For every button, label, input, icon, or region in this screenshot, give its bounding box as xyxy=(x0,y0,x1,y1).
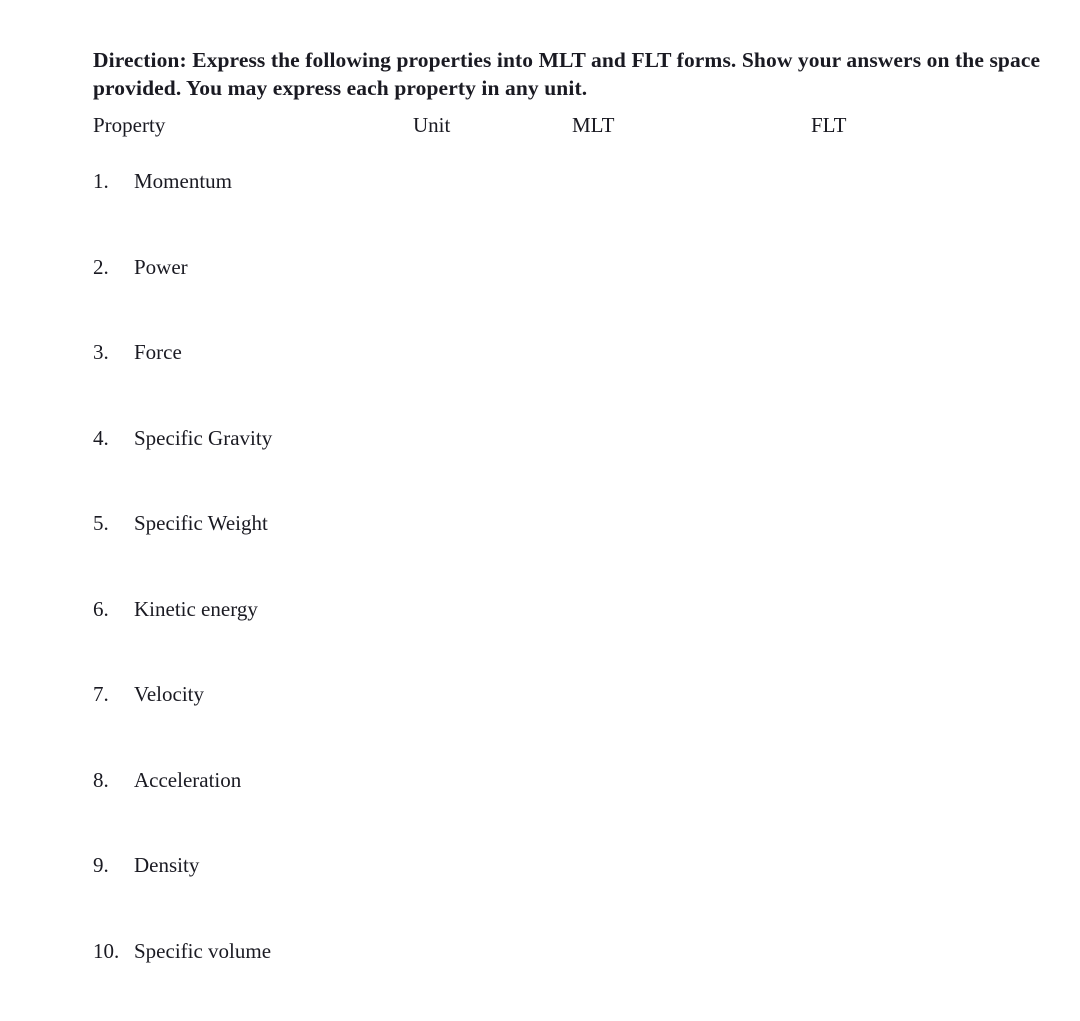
answer-slot-mlt[interactable] xyxy=(572,594,800,624)
answer-slot-flt[interactable] xyxy=(811,508,1031,538)
row-number: 1. xyxy=(93,166,131,196)
answer-slot-flt[interactable] xyxy=(811,765,1031,795)
row-number: 5. xyxy=(93,508,131,538)
row-number: 2. xyxy=(93,252,131,282)
row-number: 3. xyxy=(93,337,131,367)
table-row: 2.Power xyxy=(0,252,1080,338)
answer-slot-mlt[interactable] xyxy=(572,679,800,709)
table-row: 9.Density xyxy=(0,850,1080,936)
answer-slot-flt[interactable] xyxy=(811,594,1031,624)
row-number: 4. xyxy=(93,423,131,453)
answer-slot-unit[interactable] xyxy=(413,423,563,453)
table-row: 10.Specific volume xyxy=(0,936,1080,1021)
row-number: 7. xyxy=(93,679,131,709)
property-label: Specific Gravity xyxy=(134,423,272,453)
answer-slot-unit[interactable] xyxy=(413,508,563,538)
worksheet-page: Direction: Express the following propert… xyxy=(0,0,1080,1006)
answer-slot-unit[interactable] xyxy=(413,765,563,795)
table-row: 8.Acceleration xyxy=(0,765,1080,851)
table-row: 5.Specific Weight xyxy=(0,508,1080,594)
answer-slot-mlt[interactable] xyxy=(572,166,800,196)
answer-slot-mlt[interactable] xyxy=(572,252,800,282)
table-row: 7.Velocity xyxy=(0,679,1080,765)
property-label: Momentum xyxy=(134,166,232,196)
table-row: 3.Force xyxy=(0,337,1080,423)
answer-slot-flt[interactable] xyxy=(811,252,1031,282)
table-row: 6.Kinetic energy xyxy=(0,594,1080,680)
property-label: Power xyxy=(134,252,188,282)
property-list: 1.Momentum2.Power3.Force4.Specific Gravi… xyxy=(0,166,1080,1021)
property-label: Force xyxy=(134,337,182,367)
answer-slot-unit[interactable] xyxy=(413,679,563,709)
answer-slot-flt[interactable] xyxy=(811,850,1031,880)
direction-instructions: Direction: Express the following propert… xyxy=(93,46,1058,103)
answer-slot-mlt[interactable] xyxy=(572,850,800,880)
answer-slot-flt[interactable] xyxy=(811,166,1031,196)
table-row: 4.Specific Gravity xyxy=(0,423,1080,509)
property-label: Density xyxy=(134,850,199,880)
answer-slot-mlt[interactable] xyxy=(572,936,800,966)
row-number: 8. xyxy=(93,765,131,795)
answer-slot-unit[interactable] xyxy=(413,594,563,624)
table-header-row: Property Unit MLT FLT xyxy=(0,110,1080,140)
column-header-mlt: MLT xyxy=(572,110,614,140)
column-header-flt: FLT xyxy=(811,110,846,140)
answer-slot-flt[interactable] xyxy=(811,936,1031,966)
table-row: 1.Momentum xyxy=(0,166,1080,252)
answer-slot-flt[interactable] xyxy=(811,423,1031,453)
column-header-property: Property xyxy=(93,110,165,140)
column-header-unit: Unit xyxy=(413,110,450,140)
answer-slot-mlt[interactable] xyxy=(572,337,800,367)
property-label: Velocity xyxy=(134,679,204,709)
answer-slot-mlt[interactable] xyxy=(572,765,800,795)
answer-slot-unit[interactable] xyxy=(413,166,563,196)
answer-slot-unit[interactable] xyxy=(413,252,563,282)
row-number: 6. xyxy=(93,594,131,624)
answer-slot-unit[interactable] xyxy=(413,936,563,966)
property-label: Acceleration xyxy=(134,765,241,795)
answer-slot-mlt[interactable] xyxy=(572,423,800,453)
property-label: Specific Weight xyxy=(134,508,268,538)
answer-slot-flt[interactable] xyxy=(811,679,1031,709)
row-number: 9. xyxy=(93,850,131,880)
answer-slot-mlt[interactable] xyxy=(572,508,800,538)
answer-slot-unit[interactable] xyxy=(413,850,563,880)
property-label: Specific volume xyxy=(134,936,271,966)
row-number: 10. xyxy=(93,936,131,966)
property-label: Kinetic energy xyxy=(134,594,258,624)
answer-slot-flt[interactable] xyxy=(811,337,1031,367)
answer-slot-unit[interactable] xyxy=(413,337,563,367)
